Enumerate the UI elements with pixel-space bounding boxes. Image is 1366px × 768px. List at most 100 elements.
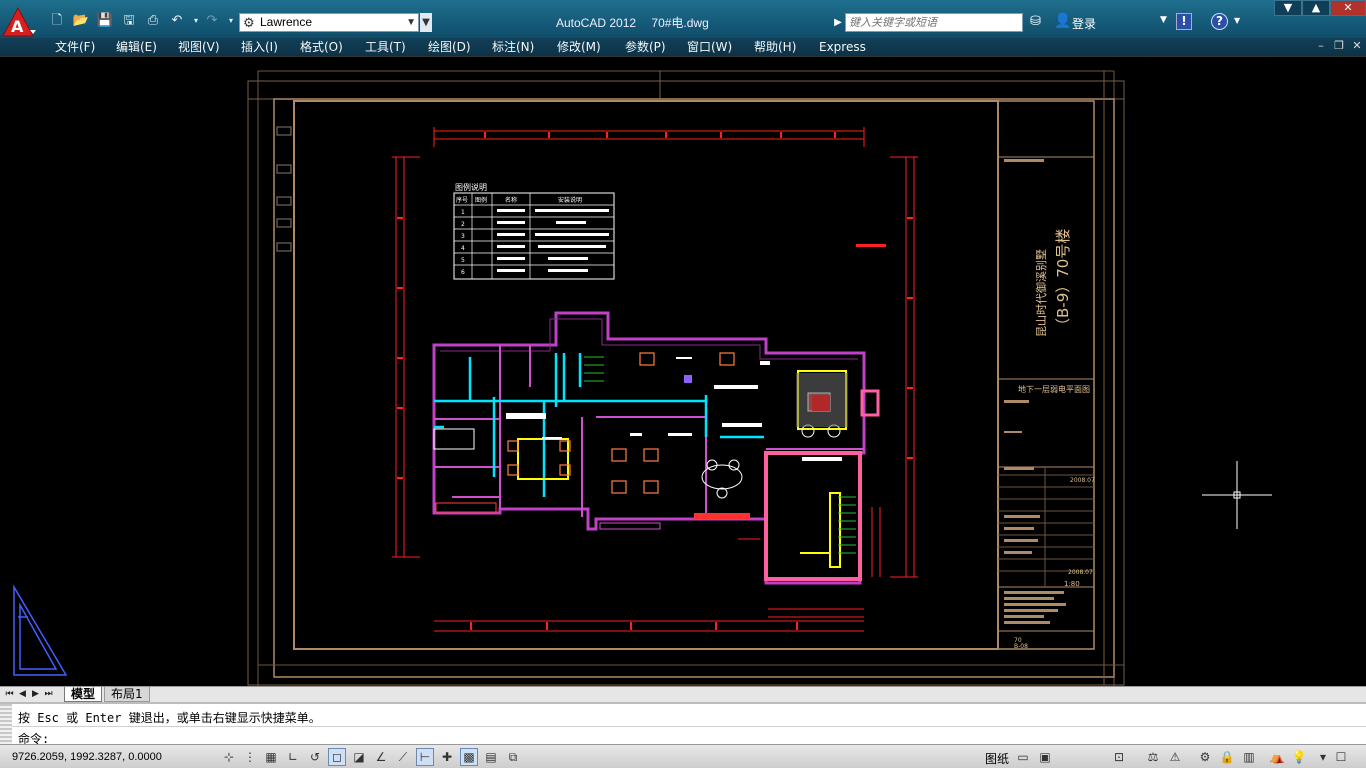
crosshair-cursor xyxy=(1202,461,1272,529)
3d-object-snap-icon[interactable]: ◪ xyxy=(350,748,368,766)
exchange-icon[interactable]: ! xyxy=(1176,13,1192,30)
menu-window[interactable]: 窗口(W) xyxy=(687,39,732,55)
search-input[interactable] xyxy=(845,13,1023,32)
quick-properties-icon[interactable]: ▤ xyxy=(482,748,500,766)
quick-view-layouts-icon[interactable]: ▭ xyxy=(1014,748,1032,766)
tab-model[interactable]: 模型 xyxy=(64,687,103,702)
tab-layout1[interactable]: 布局1 xyxy=(104,687,150,702)
undo-icon[interactable]: ↶ xyxy=(168,12,186,30)
menu-edit[interactable]: 编辑(E) xyxy=(116,39,157,55)
autocad-logo-icon[interactable]: A xyxy=(0,4,38,38)
menu-help[interactable]: 帮助(H) xyxy=(754,39,796,55)
title-date-2: 2008.07 xyxy=(1068,569,1093,576)
login-button[interactable]: 登录 xyxy=(1072,15,1096,32)
layout-tabs-bar: ⏮ ◀ ▶ ⏭ 模型 布局1 xyxy=(0,686,1366,702)
quick-view-drawings-icon[interactable]: ▣ xyxy=(1036,748,1054,766)
object-snap-icon[interactable]: ◻ xyxy=(328,748,346,766)
drawing-viewport[interactable]: 昆山时代御溪别墅 （B-9）70号楼 地下一层弱电平面图 2008.07 200… xyxy=(0,56,1366,687)
maximize-viewport-icon[interactable]: ⊡ xyxy=(1110,748,1128,766)
print-icon[interactable]: ⎙ xyxy=(144,12,162,30)
menu-bar: 文件(F) 编辑(E) 视图(V) 插入(I) 格式(O) 工具(T) 绘图(D… xyxy=(0,38,1366,56)
legend-header-name: 名称 xyxy=(505,196,517,204)
search-expand-button[interactable]: ▶ xyxy=(832,13,844,32)
chevron-down-icon: ▼ xyxy=(406,17,416,28)
floor-plan xyxy=(432,311,880,585)
drawing-frame xyxy=(293,100,999,650)
redo-dropdown-icon[interactable]: ▾ xyxy=(222,12,240,30)
workspace-value: Lawrence xyxy=(260,15,313,29)
transparency-icon[interactable]: ▩ xyxy=(460,748,478,766)
save-as-icon[interactable]: 🖫 xyxy=(120,12,138,30)
next-tab-icon[interactable]: ▶ xyxy=(30,688,41,701)
menu-tools[interactable]: 工具(T) xyxy=(365,39,406,55)
project-name: 昆山时代御溪别墅 xyxy=(1034,249,1048,337)
infer-constraints-icon[interactable]: ⊹ xyxy=(220,748,238,766)
document-restore-icon[interactable]: ❐ xyxy=(1333,40,1345,52)
paper-model-toggle[interactable]: 图纸 xyxy=(985,750,1009,767)
user-icon[interactable]: 👤 xyxy=(1054,13,1071,29)
sheet-code: B-08 xyxy=(1014,643,1028,650)
save-icon[interactable]: 💾 xyxy=(96,12,114,30)
lineweight-icon[interactable]: ✚ xyxy=(438,748,456,766)
legend-header-note: 安装说明 xyxy=(558,196,582,204)
selection-cycling-icon[interactable]: ⧉ xyxy=(504,748,522,766)
annotation-visibility-icon[interactable]: ⚠ xyxy=(1166,748,1184,766)
menu-file[interactable]: 文件(F) xyxy=(55,39,95,55)
snap-mode-icon[interactable]: ⋮ xyxy=(241,748,259,766)
clean-screen-icon[interactable]: ☐ xyxy=(1332,748,1350,766)
lightbulb-icon[interactable]: 💡 xyxy=(1290,748,1308,766)
title-scale: 1:80 xyxy=(1064,580,1080,588)
new-icon[interactable]: 🗋 xyxy=(48,12,66,30)
title-block xyxy=(997,100,1095,650)
quick-access-menu-button[interactable]: ▼ xyxy=(420,13,432,32)
chevron-down-icon[interactable]: ▼ xyxy=(1234,16,1240,25)
menu-format[interactable]: 格式(O) xyxy=(300,39,343,55)
help-icon[interactable]: ? xyxy=(1211,13,1228,30)
hardware-acceleration-icon[interactable]: ▥ xyxy=(1240,748,1258,766)
menu-draw[interactable]: 绘图(D) xyxy=(428,39,471,55)
dynamic-input-icon[interactable]: ⊢ xyxy=(416,748,434,766)
legend-table xyxy=(453,192,615,280)
polar-tracking-icon[interactable]: ↺ xyxy=(306,748,324,766)
command-separator xyxy=(12,726,1366,727)
workspace-switching-icon[interactable]: ⚙ xyxy=(1196,748,1214,766)
dynamic-ucs-icon[interactable]: ⟋ xyxy=(394,748,412,766)
legend-row-no: 3 xyxy=(461,233,465,240)
legend-row-no: 4 xyxy=(461,245,465,252)
first-tab-icon[interactable]: ⏮ xyxy=(4,688,15,701)
status-menu-arrow-icon[interactable]: ▾ xyxy=(1314,748,1332,766)
command-history: 按 Esc 或 Enter 键退出，或单击右键显示快捷菜单。 xyxy=(18,711,321,725)
last-tab-icon[interactable]: ⏭ xyxy=(43,688,54,701)
prev-tab-icon[interactable]: ◀ xyxy=(17,688,28,701)
lock-icon[interactable]: 🔒 xyxy=(1218,748,1236,766)
annotation-scale-icon[interactable]: ⚖ xyxy=(1144,748,1162,766)
menu-express[interactable]: Express xyxy=(819,39,866,55)
margin-marks xyxy=(276,126,292,252)
maximize-button[interactable]: ▲ xyxy=(1302,0,1330,16)
sheet-frame xyxy=(273,98,1115,678)
status-bar: 9726.2059, 1992.3287, 0.0000 ⊹ ⋮ ▦ ∟ ↺ ◻… xyxy=(0,744,1366,768)
ortho-mode-icon[interactable]: ∟ xyxy=(284,748,302,766)
binoculars-icon[interactable]: ⛁ xyxy=(1030,14,1041,29)
grid-display-icon[interactable]: ▦ xyxy=(262,748,280,766)
document-close-icon[interactable]: ✕ xyxy=(1351,40,1363,52)
drawing-canvas[interactable]: 昆山时代御溪别墅 （B-9）70号楼 地下一层弱电平面图 2008.07 200… xyxy=(0,57,1366,687)
minimize-button[interactable]: ▼ xyxy=(1274,0,1302,16)
menu-modify[interactable]: 修改(M) xyxy=(557,39,601,55)
redo-icon[interactable]: ↷ xyxy=(203,12,221,30)
command-window-grip[interactable] xyxy=(0,704,12,746)
menu-insert[interactable]: 插入(I) xyxy=(241,39,278,55)
isolate-objects-icon[interactable]: ⛺ xyxy=(1268,748,1286,766)
workspace-select[interactable]: ⚙ Lawrence ▼ xyxy=(239,13,419,32)
command-window[interactable]: 按 Esc 或 Enter 键退出，或单击右键显示快捷菜单。 命令: xyxy=(0,702,1366,746)
close-button[interactable]: ✕ xyxy=(1330,0,1366,16)
menu-parametric[interactable]: 参数(P) xyxy=(625,39,666,55)
menu-dimension[interactable]: 标注(N) xyxy=(492,39,534,55)
legend-row-no: 2 xyxy=(461,221,465,228)
open-icon[interactable]: 📂 xyxy=(72,12,90,30)
object-snap-tracking-icon[interactable]: ∠ xyxy=(372,748,390,766)
chevron-down-icon[interactable]: ▼ xyxy=(1160,15,1167,25)
coordinate-readout[interactable]: 9726.2059, 1992.3287, 0.0000 xyxy=(12,751,162,763)
document-minimize-icon[interactable]: – xyxy=(1315,40,1327,52)
menu-view[interactable]: 视图(V) xyxy=(178,39,220,55)
